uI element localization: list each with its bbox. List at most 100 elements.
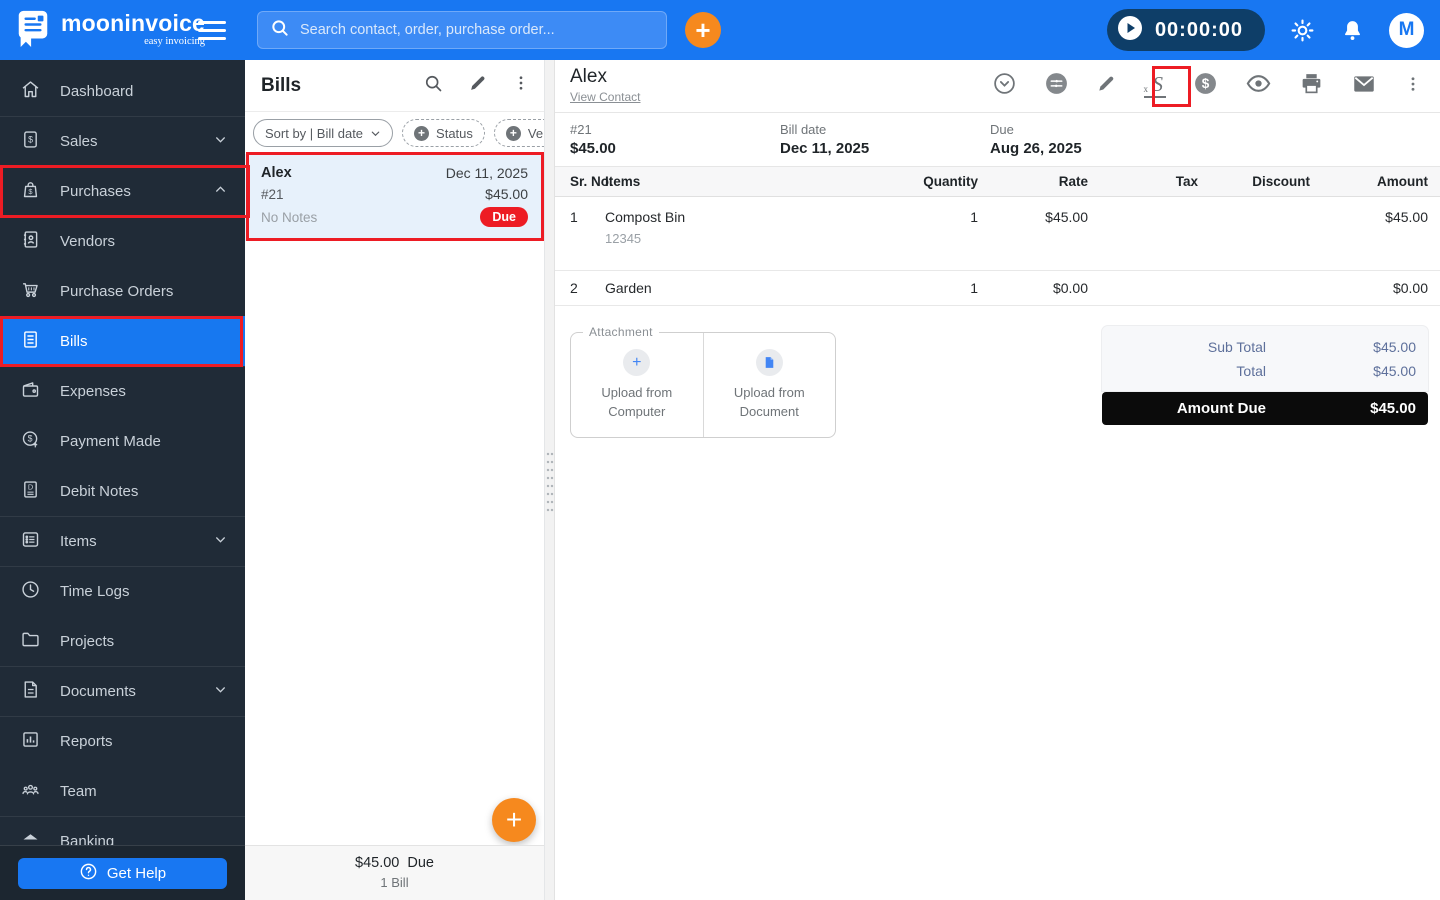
view-contact-link[interactable]: View Contact	[570, 90, 640, 104]
col-rate: Rate	[1058, 174, 1088, 189]
sidebar-item-label: Payment Made	[60, 432, 161, 450]
cell-discount	[1210, 209, 1322, 246]
email-envelope-icon[interactable]	[1351, 71, 1377, 102]
subtotal-label: Sub Total	[1207, 339, 1266, 355]
totals-box: Sub Total $45.00 Total $45.00 Amount Due…	[1102, 326, 1428, 438]
cell-qty: 1	[970, 280, 978, 296]
sidebar-item-expenses[interactable]: Expenses	[0, 366, 245, 416]
get-help-button[interactable]: Get Help	[18, 857, 227, 889]
document-icon	[755, 349, 783, 377]
folder-icon	[20, 629, 41, 654]
cart-icon	[20, 279, 41, 304]
question-mark-icon	[79, 862, 98, 885]
bill-list-item-alex[interactable]: Alex Dec 11, 2025 #21 $45.00 No Notes Du…	[245, 154, 544, 241]
bar-chart-icon	[20, 729, 41, 754]
svg-text:D: D	[28, 482, 33, 491]
items-list-icon	[20, 529, 41, 554]
status-filter-label: Status	[436, 125, 473, 141]
hamburger-menu-icon[interactable]	[198, 20, 226, 40]
chevron-down-icon	[214, 133, 227, 150]
sidebar-item-label: Time Logs	[60, 583, 130, 600]
search-input[interactable]	[300, 22, 654, 38]
sidebar-item-sales[interactable]: $ Sales	[0, 116, 245, 166]
brand-logo: mooninvoice easy invoicing	[0, 8, 205, 53]
list-search-icon[interactable]	[423, 73, 444, 99]
bill-date: Dec 11, 2025	[445, 165, 528, 181]
bills-document-icon	[20, 329, 41, 354]
sidebar-item-items[interactable]: Items	[0, 516, 245, 566]
sidebar-item-purchase-orders[interactable]: Purchase Orders	[0, 266, 245, 316]
sidebar-item-dashboard[interactable]: Dashboard	[0, 66, 245, 116]
sidebar-item-purchases[interactable]: $ Purchases	[0, 166, 245, 216]
detail-contact-name: Alex	[570, 65, 607, 87]
print-icon[interactable]	[1299, 71, 1324, 101]
adjustments-icon[interactable]	[1044, 71, 1069, 101]
add-bill-fab[interactable]: +	[492, 798, 536, 842]
quick-add-button[interactable]: +	[685, 12, 721, 48]
bank-icon	[20, 829, 41, 845]
settings-gear-icon[interactable]	[1289, 17, 1316, 44]
sidebar-item-label: Team	[60, 782, 97, 800]
sidebar-item-reports[interactable]: Reports	[0, 716, 245, 766]
bill-detail-pane: Alex View Contact Sx $ #21 $45.00 Bill d…	[555, 60, 1440, 900]
vendor-filter-pill[interactable]: + Vendor	[493, 119, 544, 147]
sidebar-item-projects[interactable]: Projects	[0, 616, 245, 666]
upload-from-document-button[interactable]: Upload from Document	[702, 333, 836, 437]
timer-widget[interactable]: 00:00:00	[1106, 9, 1265, 51]
chevron-down-icon	[214, 533, 227, 550]
svg-text:$: $	[28, 433, 33, 443]
sidebar-item-bills[interactable]: Bills	[0, 316, 245, 366]
timer-value: 00:00:00	[1154, 18, 1243, 41]
bill-contact-name: Alex	[261, 165, 292, 181]
debit-note-icon: D	[20, 479, 41, 504]
cell-rate: $45.00	[1045, 209, 1088, 225]
svg-text:$: $	[28, 187, 33, 196]
col-amount: Amount	[1377, 174, 1428, 189]
upload-from-computer-button[interactable]: + Upload from Computer	[571, 333, 703, 437]
brand-tagline: easy invoicing	[144, 36, 206, 48]
more-kebab-icon[interactable]	[1404, 75, 1422, 98]
sort-by-label: Sort by | Bill date	[265, 125, 364, 141]
signature-icon[interactable]: Sx	[1143, 74, 1166, 98]
sidebar-item-label: Items	[60, 533, 97, 550]
user-avatar[interactable]: M	[1389, 12, 1424, 48]
col-discount: Discount	[1252, 174, 1310, 189]
list-edit-pencil-icon[interactable]	[468, 73, 488, 98]
payment-dollar-icon[interactable]: $	[1193, 71, 1218, 101]
splitter-drag-handle[interactable]	[546, 450, 554, 514]
notifications-bell-icon[interactable]	[1340, 18, 1365, 43]
sidebar-item-label: Purchase Orders	[60, 282, 174, 300]
summary-bill-number: #21	[570, 122, 592, 137]
sidebar-item-time-logs[interactable]: Time Logs	[0, 566, 245, 616]
cell-item-name: Compost Bin	[605, 209, 686, 225]
edit-pencil-icon[interactable]	[1096, 73, 1117, 99]
payment-dollar-icon: $	[20, 429, 41, 454]
sidebar-item-banking[interactable]: Banking	[0, 816, 245, 845]
status-dropdown-icon[interactable]	[992, 71, 1017, 101]
sidebar-item-vendors[interactable]: Vendors	[0, 216, 245, 266]
list-more-kebab-icon[interactable]	[512, 74, 530, 97]
upload-computer-label: Upload from Computer	[601, 385, 673, 419]
sidebar-item-documents[interactable]: Documents	[0, 666, 245, 716]
sidebar-item-team[interactable]: Team	[0, 766, 245, 816]
attachment-section: Attachment + Upload from Computer Upload…	[570, 325, 836, 438]
play-icon[interactable]	[1117, 15, 1143, 46]
purchases-bag-icon: $	[20, 179, 41, 204]
status-filter-pill[interactable]: + Status	[402, 119, 485, 147]
sidebar-item-label: Dashboard	[60, 82, 134, 100]
preview-eye-icon[interactable]	[1245, 70, 1272, 102]
bills-list-panel: Bills Sort by | Bill date + Status + Ven…	[245, 60, 545, 900]
sidebar-item-payment-made[interactable]: $ Payment Made	[0, 416, 245, 466]
sidebar-item-debit-notes[interactable]: D Debit Notes	[0, 466, 245, 516]
summary-due-label: Due	[990, 122, 1014, 137]
upload-document-label: Upload from Document	[733, 385, 805, 419]
cell-tax	[1100, 280, 1210, 296]
chevron-down-icon	[371, 131, 380, 136]
search-icon	[270, 18, 290, 43]
panel-splitter	[545, 60, 555, 900]
sidebar-item-label: Documents	[60, 683, 136, 700]
plus-icon: +	[505, 125, 521, 141]
summary-due-value: Aug 26, 2025	[990, 139, 1082, 157]
cell-amount: $0.00	[1392, 280, 1428, 296]
sort-by-pill[interactable]: Sort by | Bill date	[253, 119, 394, 147]
